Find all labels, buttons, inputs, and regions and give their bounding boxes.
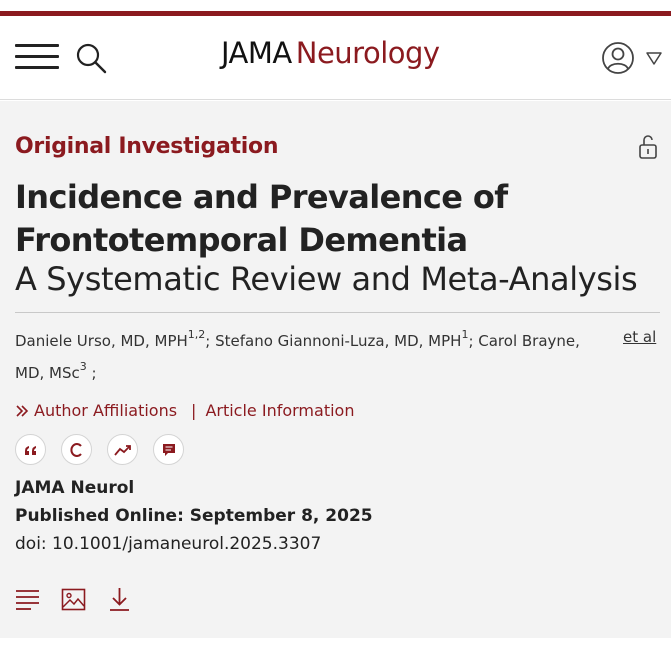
- article-tools: [15, 434, 184, 465]
- quote-icon[interactable]: [15, 434, 46, 465]
- article-view-bar: [15, 587, 132, 612]
- metrics-trend-icon[interactable]: [107, 434, 138, 465]
- journal-abbrev: JAMA Neurol: [15, 478, 135, 498]
- divider: [15, 312, 660, 313]
- logo-neurology: Neurology: [295, 36, 440, 70]
- double-chevron-right-icon: [16, 404, 29, 417]
- author-affiliation: 1,2: [187, 328, 206, 341]
- link-separator: |: [191, 401, 197, 420]
- et-al-link[interactable]: et al: [623, 325, 656, 349]
- author-affiliations-link[interactable]: Author Affiliations: [34, 401, 177, 420]
- article-information-link[interactable]: Article Information: [205, 401, 354, 420]
- copyright-glyph: [69, 442, 82, 457]
- published-date: Published Online: September 8, 2025: [15, 506, 373, 526]
- author-list: Daniele Urso, MD, MPH1,2; Stefano Gianno…: [15, 325, 610, 389]
- author-name[interactable]: Daniele Urso, MD, MPH: [15, 332, 188, 350]
- comment-icon[interactable]: [153, 434, 184, 465]
- author-affiliation: 3: [79, 360, 87, 373]
- search-icon[interactable]: [74, 41, 108, 75]
- figures-icon[interactable]: [61, 587, 86, 612]
- article-type: Original Investigation: [15, 134, 279, 159]
- doi[interactable]: doi: 10.1001/jamaneurol.2025.3307: [15, 530, 373, 558]
- author-separator: ;: [86, 364, 97, 382]
- quote-glyph: [24, 445, 36, 455]
- article-subtitle: A Systematic Review and Meta-Analysis: [15, 260, 638, 298]
- download-icon[interactable]: [107, 587, 132, 612]
- unlock-icon[interactable]: [637, 134, 659, 160]
- trend-glyph: [113, 444, 131, 456]
- article-links: Author Affiliations | Article Informatio…: [15, 401, 354, 420]
- logo-jama: JAMA: [221, 36, 292, 70]
- journal-logo[interactable]: JAMA Neurology: [221, 36, 440, 70]
- full-text-icon[interactable]: [15, 587, 40, 612]
- author-separator: ;: [468, 332, 479, 350]
- copyright-icon[interactable]: [61, 434, 92, 465]
- hamburger-menu-icon[interactable]: [15, 44, 59, 70]
- author-separator: ;: [205, 332, 216, 350]
- user-account-icon[interactable]: [601, 41, 635, 75]
- caret-down-icon[interactable]: [645, 50, 663, 66]
- article-title: Incidence and Prevalence of Frontotempor…: [15, 178, 508, 259]
- comment-glyph: [162, 443, 175, 456]
- author-name[interactable]: Stefano Giannoni-Luza, MD, MPH: [215, 332, 461, 350]
- article-header: Original Investigation Incidence and Pre…: [0, 101, 671, 638]
- site-header: JAMA Neurology: [0, 16, 671, 100]
- publication-meta: JAMA Neurol Published Online: September …: [15, 474, 373, 558]
- author-affiliation: 1: [461, 328, 469, 341]
